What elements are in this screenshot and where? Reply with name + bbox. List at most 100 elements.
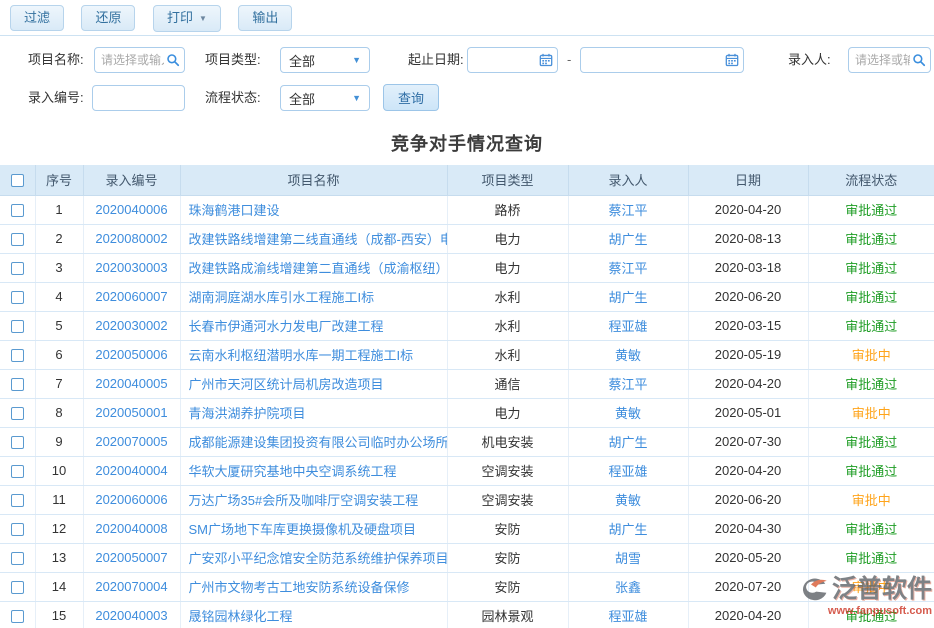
- status-badge[interactable]: 审批通过: [845, 551, 897, 566]
- status-badge[interactable]: 审批中: [852, 580, 891, 595]
- date-start-input[interactable]: [468, 48, 539, 72]
- entered-by-link[interactable]: 胡广生: [608, 290, 647, 305]
- status-badge[interactable]: 审批通过: [845, 522, 897, 537]
- filter-button[interactable]: 过滤: [10, 5, 64, 31]
- entered-by-link[interactable]: 张鑫: [615, 580, 641, 595]
- search-icon[interactable]: [912, 53, 930, 67]
- row-checkbox[interactable]: [11, 291, 24, 304]
- row-checkbox[interactable]: [11, 262, 24, 275]
- row-checkbox[interactable]: [11, 610, 24, 623]
- entered-by-link[interactable]: 黄敏: [615, 406, 641, 421]
- entry-no-link[interactable]: 2020050006: [95, 347, 167, 362]
- toolbar: 过滤 还原 打印▼ 输出: [0, 0, 934, 36]
- project-name-link[interactable]: 改建铁路线增建第二线直通线（成都-西安）电: [189, 232, 448, 247]
- entered-by-link[interactable]: 胡广生: [608, 232, 647, 247]
- project-name-link[interactable]: 广安邓小平纪念馆安全防范系统维护保养项目: [189, 551, 448, 566]
- row-checkbox[interactable]: [11, 465, 24, 478]
- entry-no-link[interactable]: 2020030002: [95, 318, 167, 333]
- date-start-input-wrap: [467, 47, 558, 73]
- project-name-link[interactable]: 华软大厦研究基地中央空调系统工程: [189, 464, 397, 479]
- project-name-link[interactable]: 云南水利枢纽潜明水库一期工程施工I标: [189, 348, 414, 363]
- entered-by-link[interactable]: 胡广生: [608, 522, 647, 537]
- select-all-checkbox[interactable]: [11, 174, 24, 187]
- project-name-link[interactable]: 湖南洞庭湖水库引水工程施工I标: [189, 290, 375, 305]
- status-badge[interactable]: 审批中: [852, 348, 891, 363]
- entered-by-link[interactable]: 蔡江平: [608, 261, 647, 276]
- print-button[interactable]: 打印▼: [153, 5, 221, 32]
- query-button[interactable]: 查询: [383, 84, 439, 111]
- entered-by-input[interactable]: [849, 48, 912, 72]
- entry-no-link[interactable]: 2020030003: [95, 260, 167, 275]
- entry-no-link[interactable]: 2020060007: [95, 289, 167, 304]
- restore-button[interactable]: 还原: [81, 5, 135, 31]
- status-badge[interactable]: 审批中: [852, 493, 891, 508]
- status-badge[interactable]: 审批通过: [845, 319, 897, 334]
- project-name-link[interactable]: 改建铁路成渝线增建第二直通线（成渝枢纽）: [189, 261, 448, 276]
- entry-no-link[interactable]: 2020040004: [95, 463, 167, 478]
- status-badge[interactable]: 审批通过: [845, 203, 897, 218]
- status-badge[interactable]: 审批通过: [845, 290, 897, 305]
- entry-no-link[interactable]: 2020050007: [95, 550, 167, 565]
- entered-by-link[interactable]: 程亚雄: [608, 609, 647, 624]
- row-checkbox[interactable]: [11, 378, 24, 391]
- search-icon[interactable]: [166, 53, 184, 67]
- date-cell: 2020-07-20: [688, 572, 808, 601]
- entered-by-link[interactable]: 胡广生: [608, 435, 647, 450]
- project-name-input[interactable]: [95, 48, 166, 72]
- calendar-icon[interactable]: [725, 53, 743, 67]
- table-body: 1 2020040006 珠海鹤港口建设 路桥 蔡江平 2020-04-20 审…: [0, 195, 934, 628]
- entered-by-link[interactable]: 蔡江平: [608, 377, 647, 392]
- project-name-link[interactable]: 广州市文物考古工地安防系统设备保修: [189, 580, 410, 595]
- entered-by-input-wrap: [848, 47, 931, 73]
- project-name-link[interactable]: 晟铭园林绿化工程: [189, 609, 293, 624]
- row-checkbox[interactable]: [11, 436, 24, 449]
- status-badge[interactable]: 审批通过: [845, 377, 897, 392]
- entry-no-link[interactable]: 2020070005: [95, 434, 167, 449]
- row-checkbox[interactable]: [11, 494, 24, 507]
- entered-by-link[interactable]: 胡雪: [615, 551, 641, 566]
- status-badge[interactable]: 审批通过: [845, 232, 897, 247]
- entry-no-link[interactable]: 2020040006: [95, 202, 167, 217]
- project-name-link[interactable]: 长春市伊通河水力发电厂改建工程: [189, 319, 384, 334]
- status-badge[interactable]: 审批通过: [845, 435, 897, 450]
- row-checkbox[interactable]: [11, 349, 24, 362]
- date-end-input[interactable]: [581, 48, 725, 72]
- status-badge[interactable]: 审批通过: [845, 261, 897, 276]
- entry-no-link[interactable]: 2020080002: [95, 231, 167, 246]
- row-checkbox[interactable]: [11, 407, 24, 420]
- restore-button-label: 还原: [95, 10, 121, 25]
- status-badge[interactable]: 审批通过: [845, 464, 897, 479]
- row-checkbox[interactable]: [11, 581, 24, 594]
- entry-no-link[interactable]: 2020070004: [95, 579, 167, 594]
- entry-no-link[interactable]: 2020040003: [95, 608, 167, 623]
- row-checkbox[interactable]: [11, 233, 24, 246]
- calendar-icon[interactable]: [539, 53, 557, 67]
- entry-no-link[interactable]: 2020060006: [95, 492, 167, 507]
- project-name-link[interactable]: 珠海鹤港口建设: [189, 203, 280, 218]
- entered-by-link[interactable]: 程亚雄: [608, 319, 647, 334]
- entered-by-link[interactable]: 蔡江平: [608, 203, 647, 218]
- col-header-project-type: 项目类型: [447, 165, 568, 195]
- entry-no-link[interactable]: 2020040005: [95, 376, 167, 391]
- project-name-link[interactable]: 广州市天河区统计局机房改造项目: [189, 377, 384, 392]
- entered-by-link[interactable]: 程亚雄: [608, 464, 647, 479]
- status-badge[interactable]: 审批通过: [845, 609, 897, 624]
- row-checkbox[interactable]: [11, 552, 24, 565]
- entry-no-input[interactable]: [93, 86, 184, 110]
- row-checkbox[interactable]: [11, 523, 24, 536]
- project-type-cell: 空调安装: [447, 485, 568, 514]
- project-name-link[interactable]: 成都能源建设集团投资有限公司临时办公场所: [189, 435, 448, 450]
- row-checkbox[interactable]: [11, 204, 24, 217]
- export-button[interactable]: 输出: [238, 5, 292, 31]
- status-badge[interactable]: 审批中: [852, 406, 891, 421]
- entry-no-link[interactable]: 2020050001: [95, 405, 167, 420]
- project-name-link[interactable]: 青海洪湖养护院项目: [189, 406, 306, 421]
- entered-by-link[interactable]: 黄敏: [615, 348, 641, 363]
- flow-status-select[interactable]: 全部 ▼: [280, 85, 370, 111]
- project-name-link[interactable]: 万达广场35#会所及咖啡厅空调安装工程: [189, 493, 419, 508]
- entered-by-link[interactable]: 黄敏: [615, 493, 641, 508]
- entry-no-link[interactable]: 2020040008: [95, 521, 167, 536]
- project-type-select[interactable]: 全部 ▼: [280, 47, 370, 73]
- project-name-link[interactable]: SM广场地下车库更换摄像机及硬盘项目: [189, 522, 417, 537]
- row-checkbox[interactable]: [11, 320, 24, 333]
